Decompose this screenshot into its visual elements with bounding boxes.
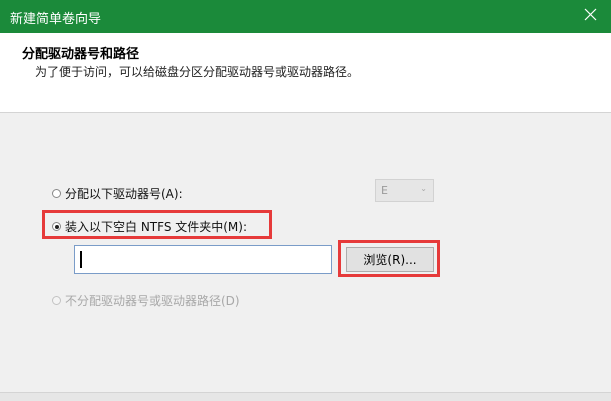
assign-letter-radio[interactable] [52, 189, 61, 198]
close-icon[interactable] [579, 3, 603, 27]
mount-folder-label: 装入以下空白 NTFS 文件夹中(M): [65, 220, 248, 234]
page-title: 分配驱动器号和路径 [22, 47, 140, 62]
folder-path-input[interactable] [74, 245, 332, 274]
page-subtitle: 为了便于访问，可以给磁盘分区分配驱动器号或驱动器路径。 [35, 65, 360, 79]
title-bar: 新建简单卷向导 [0, 0, 611, 33]
option-no-assign[interactable]: 不分配驱动器号或驱动器路径(D) [52, 292, 240, 309]
option-assign-letter[interactable]: 分配以下驱动器号(A): [52, 185, 183, 202]
text-cursor [80, 251, 82, 268]
drive-letter-value: E [381, 184, 388, 197]
no-assign-radio[interactable] [52, 296, 61, 305]
window-title: 新建简单卷向导 [10, 12, 102, 27]
assign-letter-label: 分配以下驱动器号(A): [65, 187, 183, 201]
chevron-down-icon: ⌄ [420, 184, 427, 193]
mount-folder-radio[interactable] [52, 222, 61, 231]
wizard-header: 分配驱动器号和路径 为了便于访问，可以给磁盘分区分配驱动器号或驱动器路径。 [0, 33, 611, 113]
option-mount-folder[interactable]: 装入以下空白 NTFS 文件夹中(M): [52, 218, 247, 235]
drive-letter-select[interactable]: E ⌄ [375, 179, 434, 202]
no-assign-label: 不分配驱动器号或驱动器路径(D) [65, 294, 240, 308]
browse-button[interactable]: 浏览(R)... [346, 247, 434, 272]
